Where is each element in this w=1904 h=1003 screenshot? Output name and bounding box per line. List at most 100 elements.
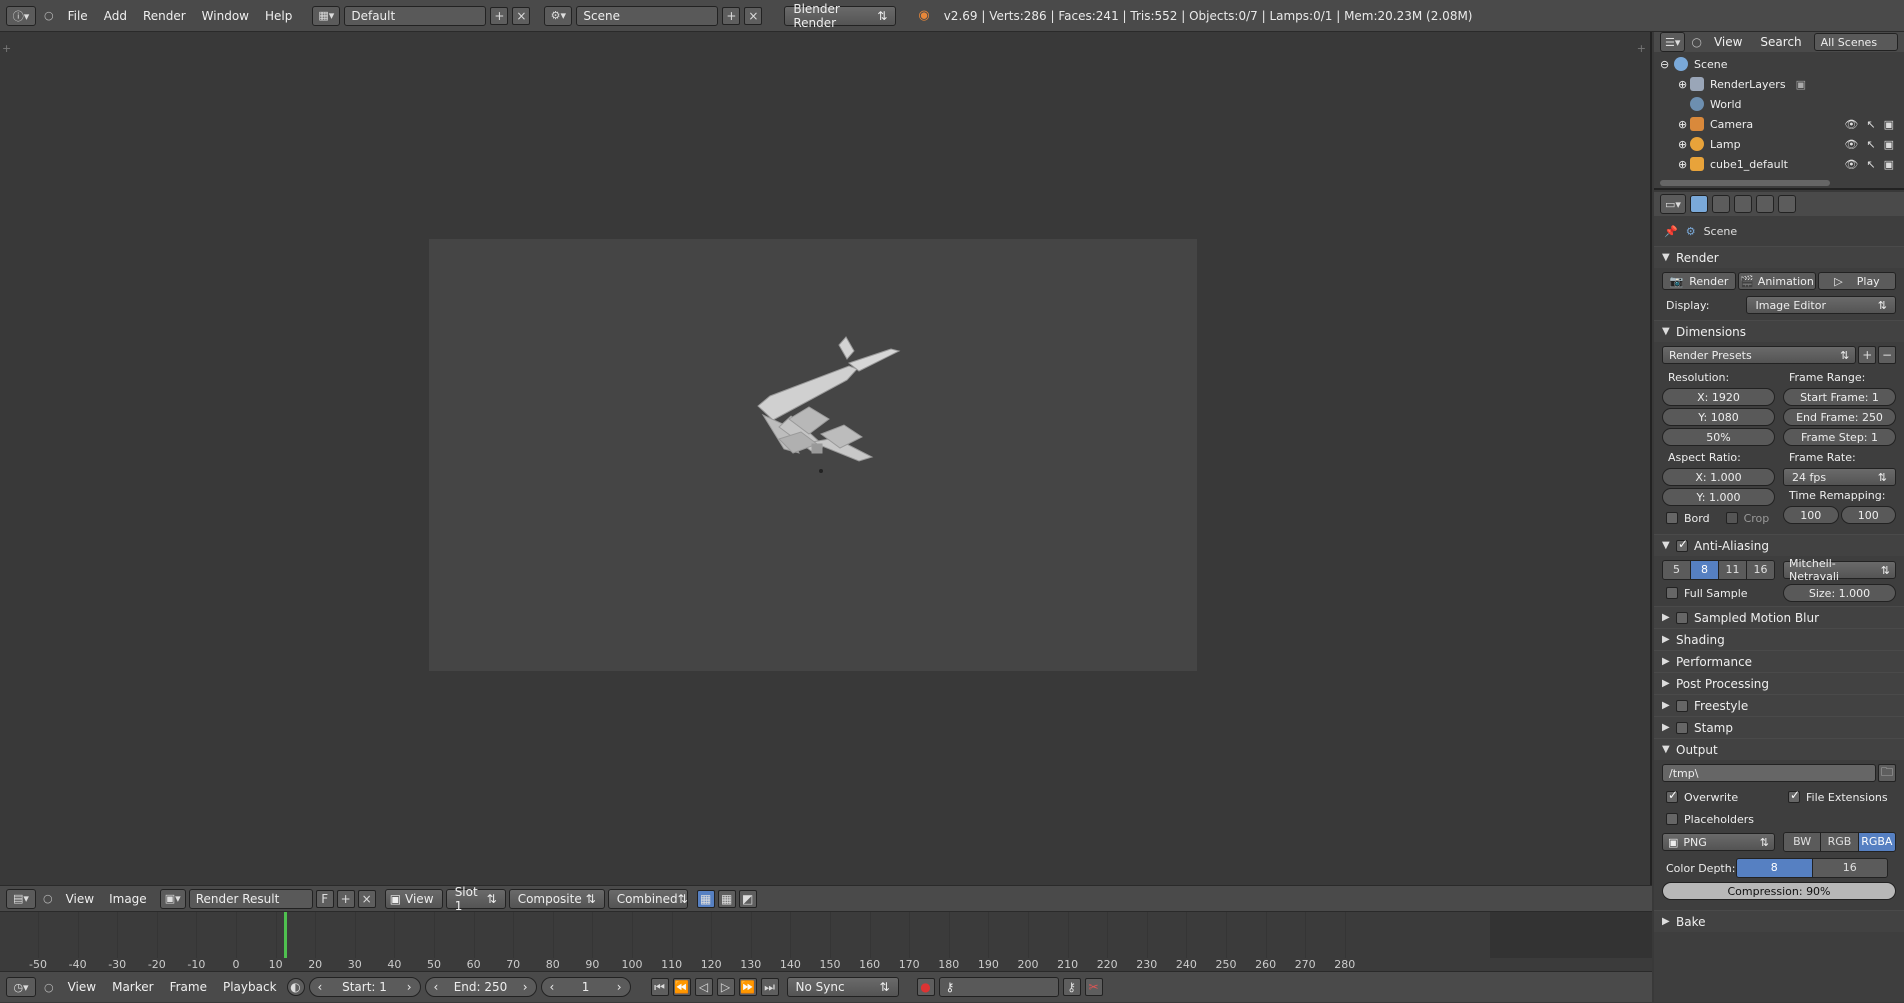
color-depth-8[interactable]: 8 [1737, 859, 1813, 877]
aa-sample-8[interactable]: 8 [1691, 561, 1719, 579]
cursor-icon[interactable]: ↖ [1866, 158, 1875, 171]
collapse-menu-icon[interactable]: ○ [44, 981, 54, 994]
sync-dropdown[interactable]: No Sync ⇅ [786, 977, 899, 997]
decrement-arrow-icon[interactable]: ‹ [318, 980, 323, 994]
slot-dropdown[interactable]: Slot 1 ⇅ [445, 885, 506, 913]
panel-motion-blur-header[interactable]: ▶ Sampled Motion Blur [1654, 606, 1904, 628]
editor-type-timeline-icon[interactable]: ◷▾ [6, 977, 36, 997]
add-screen-icon[interactable]: + [490, 6, 509, 25]
cursor-icon[interactable]: ↖ [1866, 118, 1875, 131]
render-camera-icon[interactable]: ▣ [1884, 158, 1894, 171]
menu-marker[interactable]: Marker [106, 972, 159, 1003]
next-keyframe-icon[interactable]: ⏩ [738, 978, 757, 996]
jump-start-icon[interactable]: ⏮ [650, 978, 669, 996]
expand-icon[interactable]: ⊕ [1678, 158, 1690, 171]
color-depth-16[interactable]: 16 [1812, 859, 1887, 877]
browse-image-icon[interactable]: ▣▾ [159, 888, 186, 909]
full-sample-checkbox[interactable] [1666, 587, 1678, 599]
panel-performance-header[interactable]: ▶ Performance [1654, 650, 1904, 672]
render-tab-icon[interactable] [1690, 195, 1708, 213]
aa-sample-16[interactable]: 16 [1747, 561, 1774, 579]
fake-user-button[interactable]: F [315, 889, 334, 908]
panel-post-processing-header[interactable]: ▶ Post Processing [1654, 672, 1904, 694]
fps-dropdown[interactable]: 24 fps ⇅ [1783, 468, 1896, 486]
menu-render[interactable]: Render [137, 0, 192, 32]
render-layers-tab-icon[interactable] [1712, 195, 1730, 213]
layer-dropdown[interactable]: Composite ⇅ [508, 888, 605, 909]
remap-new-field[interactable]: 100 [1840, 506, 1896, 524]
view-mode-dropdown[interactable]: ▣ View [384, 888, 443, 909]
editor-type-outliner-icon[interactable]: ☰▾ [1660, 32, 1686, 52]
expand-icon[interactable]: ⊕ [1678, 118, 1690, 131]
cursor-icon[interactable]: ↖ [1866, 138, 1875, 151]
anti-aliasing-checkbox[interactable] [1676, 537, 1688, 552]
delete-keyframe-icon[interactable]: ✂ [1084, 978, 1103, 996]
timeline-area[interactable]: -50 -40 -30 -20 -10 0 10 20 30 40 50 60 70 80 90 100 110… [0, 911, 1652, 971]
menu-playback[interactable]: Playback [217, 972, 283, 1003]
end-frame-field[interactable]: ‹ End: 250 › [424, 977, 537, 997]
panel-output-header[interactable]: ▼ Output [1654, 738, 1904, 760]
new-image-icon[interactable]: + [336, 889, 355, 908]
display-dropdown[interactable]: Image Editor ⇅ [1746, 296, 1896, 314]
menu-image[interactable]: Image [103, 886, 153, 912]
start-frame-field[interactable]: Start Frame: 1 [1783, 388, 1896, 406]
menu-view[interactable]: View [62, 972, 102, 1003]
pass-dropdown[interactable]: Combined ⇅ [607, 888, 688, 909]
texture-tab-icon[interactable] [1778, 195, 1796, 213]
panel-bake-header[interactable]: ▶ Bake [1654, 910, 1904, 932]
tree-item-cube1-default[interactable]: ⊕ cube1_default 👁 ↖ ▣ [1658, 154, 1900, 174]
aa-filter-dropdown[interactable]: Mitchell-Netravali ⇅ [1783, 557, 1896, 583]
pin-icon[interactable]: 📌 [1664, 225, 1678, 238]
tree-item-world[interactable]: World [1658, 94, 1900, 114]
eye-icon[interactable]: 👁 [1844, 158, 1858, 171]
menu-help[interactable]: Help [259, 0, 298, 32]
unlink-image-icon[interactable]: × [357, 889, 376, 908]
file-extensions-checkbox[interactable] [1788, 788, 1800, 803]
eye-icon[interactable]: 👁 [1844, 138, 1858, 151]
resolution-percent-field[interactable]: 50% [1662, 428, 1775, 446]
preview-range-icon[interactable]: ◐ [286, 978, 305, 996]
folder-icon[interactable]: 🗀 [1878, 764, 1896, 782]
panel-anti-aliasing-header[interactable]: ▼ Anti-Aliasing [1654, 534, 1904, 556]
increment-arrow-icon[interactable]: › [407, 980, 412, 994]
collapse-menu-icon[interactable]: ○ [44, 9, 54, 22]
panel-render-header[interactable]: ▼ Render [1654, 246, 1904, 268]
resolution-x-field[interactable]: X: 1920 [1662, 388, 1775, 406]
menu-view[interactable]: View [1708, 32, 1748, 52]
start-frame-field[interactable]: ‹ Start: 1 › [308, 977, 421, 997]
expand-icon[interactable]: ⊖ [1660, 58, 1674, 71]
expand-icon[interactable]: ⊕ [1678, 138, 1690, 151]
play-button[interactable]: ▷ Play [1818, 272, 1896, 290]
motion-blur-checkbox[interactable] [1676, 611, 1688, 624]
draw-z-buffer-icon[interactable]: ◩ [738, 889, 757, 908]
draw-image-alpha-icon[interactable]: ▦ [696, 889, 715, 908]
tree-item-camera[interactable]: ⊕ Camera 👁 ↖ ▣ [1658, 114, 1900, 134]
increment-arrow-icon[interactable]: › [617, 980, 622, 994]
placeholders-checkbox[interactable] [1666, 813, 1678, 825]
current-frame-field[interactable]: ‹ 1 › [540, 977, 631, 997]
decrement-arrow-icon[interactable]: ‹ [550, 980, 555, 994]
aspect-y-field[interactable]: Y: 1.000 [1662, 488, 1775, 506]
editor-type-properties-icon[interactable]: ▭▾ [1660, 194, 1686, 214]
eye-icon[interactable]: 👁 [1844, 118, 1858, 131]
overwrite-checkbox[interactable] [1666, 788, 1678, 803]
jump-end-icon[interactable]: ⏭ [760, 978, 779, 996]
collapse-menu-icon[interactable]: ○ [1691, 35, 1701, 49]
menu-add[interactable]: Add [98, 0, 133, 32]
collapse-menu-icon[interactable]: ○ [43, 892, 53, 905]
delete-scene-icon[interactable]: × [744, 6, 763, 25]
render-camera-icon[interactable]: ▣ [1884, 118, 1894, 131]
scene-icon[interactable]: ⚙▾ [544, 5, 573, 26]
menu-frame[interactable]: Frame [164, 972, 213, 1003]
area-corner-icon[interactable]: + [2, 42, 11, 55]
aspect-x-field[interactable]: X: 1.000 [1662, 468, 1775, 486]
timeline-playhead[interactable] [284, 912, 287, 958]
compression-slider[interactable]: Compression: 90% [1662, 882, 1896, 900]
expand-icon[interactable]: ⊕ [1678, 78, 1690, 91]
output-path-field[interactable]: /tmp\ [1662, 764, 1876, 782]
aa-sample-11[interactable]: 11 [1719, 561, 1747, 579]
color-mode-rgba[interactable]: RGBA [1858, 833, 1895, 851]
end-frame-field[interactable]: End Frame: 250 [1783, 408, 1896, 426]
animation-button[interactable]: 🎬 Animation [1738, 272, 1816, 290]
tree-item-lamp[interactable]: ⊕ Lamp 👁 ↖ ▣ [1658, 134, 1900, 154]
